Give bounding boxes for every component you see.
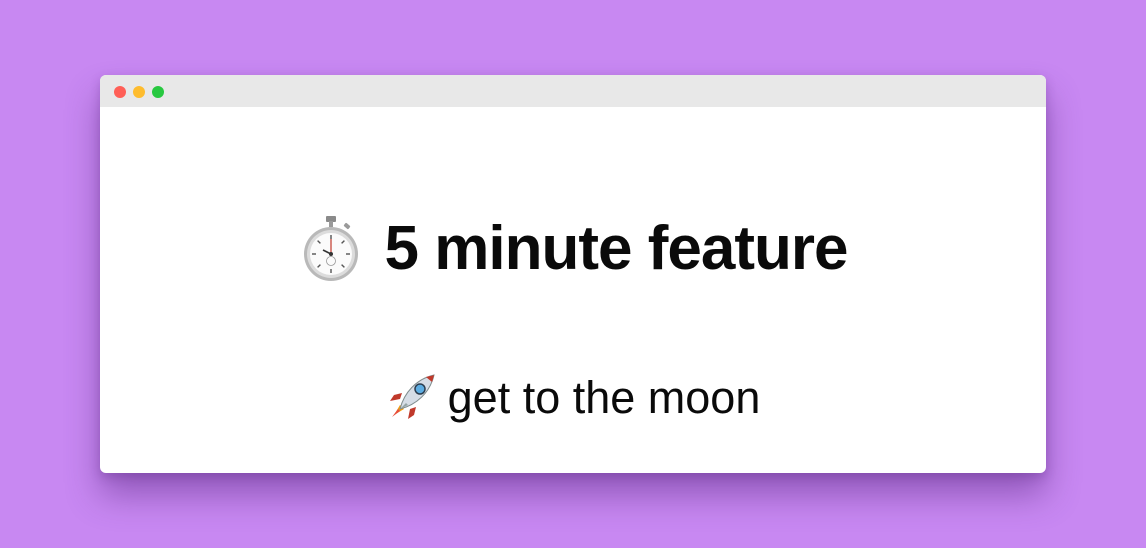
window-titlebar[interactable]: [100, 75, 1046, 107]
minimize-window-button[interactable]: [133, 86, 145, 98]
page-title: 5 minute feature: [100, 214, 1046, 295]
title-text: 5 minute feature: [384, 214, 849, 283]
stopwatch-icon: [303, 216, 358, 281]
subtitle-text: get to the moon: [447, 371, 761, 423]
close-window-button[interactable]: [114, 86, 126, 98]
window-content: 5 minute feature get to the moon: [100, 107, 1046, 473]
browser-window: 5 minute feature get to the moon: [100, 75, 1046, 473]
page-subtitle: get to the moon: [100, 371, 1046, 430]
zoom-window-button[interactable]: [152, 86, 164, 98]
rocket-icon: [389, 374, 435, 419]
